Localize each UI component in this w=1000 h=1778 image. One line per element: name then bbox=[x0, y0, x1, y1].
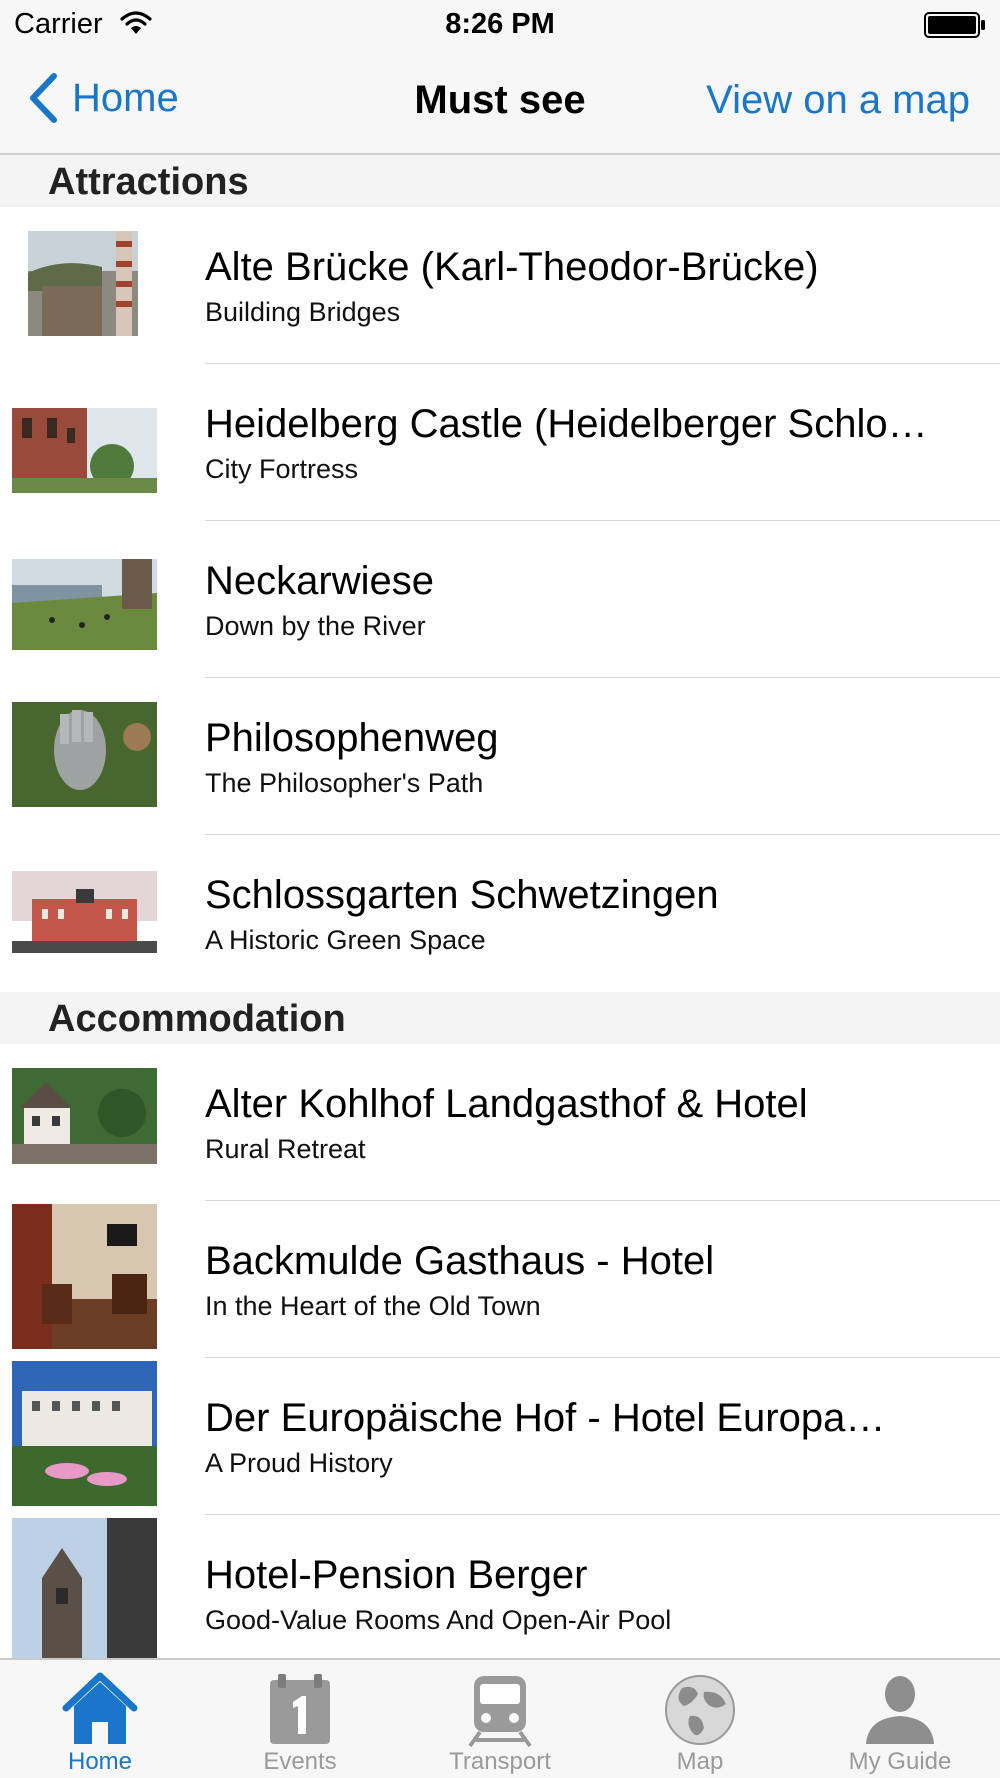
item-title: Philosophenweg bbox=[205, 716, 499, 760]
tab-events[interactable]: Events bbox=[200, 1660, 400, 1778]
list-item[interactable]: Neckarwiese Down by the River bbox=[0, 521, 1000, 678]
tab-label: Transport bbox=[449, 1748, 551, 1775]
item-subtitle: In the Heart of the Old Town bbox=[205, 1291, 541, 1321]
item-title: Der Europäische Hof - Hotel Europa… bbox=[205, 1396, 886, 1440]
view-on-map-button[interactable]: View on a map bbox=[706, 78, 970, 123]
item-title: Backmulde Gasthaus - Hotel bbox=[205, 1239, 715, 1283]
item-subtitle: Building Bridges bbox=[205, 297, 401, 327]
thumbnail-image bbox=[12, 859, 157, 964]
thumbnail-image bbox=[12, 1518, 157, 1658]
thumbnail-image bbox=[12, 388, 157, 493]
item-title: Alte Brücke (Karl-Theodor-Brücke) bbox=[205, 245, 819, 289]
train-icon bbox=[468, 1676, 532, 1748]
home-icon bbox=[62, 1672, 138, 1744]
tab-label: Home bbox=[67, 1748, 133, 1775]
tab-home[interactable]: Home bbox=[0, 1660, 200, 1778]
thumbnail-image bbox=[12, 231, 157, 336]
list-item[interactable]: Alter Kohlhof Landgasthof & Hotel Rural … bbox=[0, 1044, 1000, 1201]
list-item[interactable]: Philosophenweg The Philosopher's Path bbox=[0, 678, 1000, 835]
status-time: 8:26 PM bbox=[445, 8, 555, 40]
tab-transport[interactable]: Transport bbox=[400, 1660, 600, 1778]
item-subtitle: Good-Value Rooms And Open-Air Pool bbox=[205, 1605, 672, 1635]
item-title: Hotel-Pension Berger bbox=[205, 1553, 588, 1597]
thumbnail-image bbox=[12, 702, 157, 807]
battery-icon bbox=[924, 12, 985, 38]
list-item[interactable]: Hotel-Pension Berger Good-Value Rooms An… bbox=[0, 1515, 1000, 1658]
list-item[interactable]: Backmulde Gasthaus - Hotel In the Heart … bbox=[0, 1201, 1000, 1358]
thumbnail-image bbox=[12, 545, 157, 650]
item-subtitle: City Fortress bbox=[205, 454, 359, 484]
person-icon bbox=[866, 1676, 934, 1744]
list-item[interactable]: Schlossgarten Schwetzingen A Historic Gr… bbox=[0, 835, 1000, 992]
thumbnail-image bbox=[12, 1068, 157, 1173]
navigation-bar: Home Must see View on a map bbox=[0, 48, 1000, 155]
item-subtitle: Rural Retreat bbox=[205, 1134, 366, 1164]
thumbnail-image bbox=[12, 1204, 157, 1349]
tab-map[interactable]: Map bbox=[600, 1660, 800, 1778]
item-subtitle: The Philosopher's Path bbox=[205, 768, 484, 798]
item-title: Schlossgarten Schwetzingen bbox=[205, 873, 719, 917]
tab-bar: Home Events Transport Map My Guide bbox=[0, 1658, 1000, 1778]
list-item[interactable]: Heidelberg Castle (Heidelberger Schlo… C… bbox=[0, 364, 1000, 521]
section-header-attractions: Attractions bbox=[0, 155, 1000, 207]
tab-label: My Guide bbox=[848, 1748, 952, 1775]
thumbnail-image bbox=[12, 1361, 157, 1506]
item-subtitle: A Historic Green Space bbox=[205, 925, 486, 955]
item-title: Alter Kohlhof Landgasthof & Hotel bbox=[205, 1082, 808, 1126]
must-see-list[interactable]: Attractions Alte Brücke (Karl-Theodor-Br… bbox=[0, 155, 1000, 1658]
item-title: Heidelberg Castle (Heidelberger Schlo… bbox=[205, 402, 928, 446]
list-item[interactable]: Alte Brücke (Karl-Theodor-Brücke) Buildi… bbox=[0, 207, 1000, 364]
item-title: Neckarwiese bbox=[205, 559, 434, 603]
item-subtitle: Down by the River bbox=[205, 611, 426, 641]
status-bar: Carrier 8:26 PM bbox=[0, 0, 1000, 48]
tab-label: Map bbox=[676, 1748, 724, 1775]
item-subtitle: A Proud History bbox=[205, 1448, 393, 1478]
globe-icon bbox=[665, 1675, 735, 1745]
calendar-icon bbox=[270, 1674, 330, 1744]
tab-my-guide[interactable]: My Guide bbox=[800, 1660, 1000, 1778]
list-item[interactable]: Der Europäische Hof - Hotel Europa… A Pr… bbox=[0, 1358, 1000, 1515]
screen: Carrier 8:26 PM Home Must see View on a … bbox=[0, 0, 1000, 1778]
tab-label: Events bbox=[263, 1748, 337, 1775]
section-header-accommodation: Accommodation bbox=[0, 992, 1000, 1044]
